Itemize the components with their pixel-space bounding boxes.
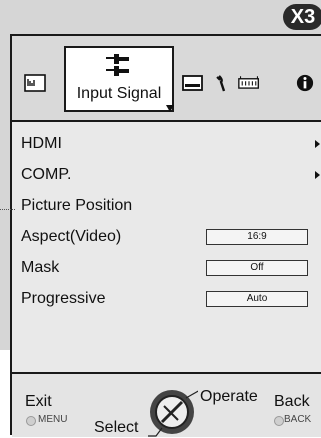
tab-input-signal[interactable]: Input Signal [64, 46, 174, 112]
menu-key-label: MENU [38, 414, 68, 425]
select-label: Select [94, 419, 139, 436]
menu-item-label: Aspect(Video) [21, 228, 122, 245]
submenu-arrow-icon [315, 171, 320, 179]
installation-icon[interactable] [182, 74, 204, 92]
menu-item-mask[interactable]: Mask Off [12, 253, 321, 284]
back-key-label: BACK [284, 414, 312, 425]
tab-pointer-icon [166, 105, 174, 112]
exit-label: Exit [25, 393, 52, 410]
menu-list: HDMI COMP. Picture Position Aspect(Video… [12, 122, 321, 315]
menu-item-label: COMP. [21, 166, 72, 183]
operate-label: Operate [200, 388, 258, 405]
menu-key-dot-icon [26, 416, 36, 426]
menu-item-label: Progressive [21, 290, 106, 307]
tab-bar: Input Signal [12, 36, 321, 122]
function-icon[interactable] [238, 74, 260, 92]
information-icon[interactable] [294, 74, 316, 92]
menu-item-aspect-video[interactable]: Aspect(Video) 16:9 [12, 222, 321, 253]
callout-guide-line [0, 209, 15, 210]
menu-item-hdmi[interactable]: HDMI [12, 129, 321, 160]
submenu-arrow-icon [315, 140, 320, 148]
picture-adjust-icon[interactable] [24, 74, 46, 92]
osd-menu-panel: Input Signal HDMI COMP. Picture Position… [10, 34, 321, 437]
back-label: Back [274, 393, 310, 410]
menu-item-progressive[interactable]: Progressive Auto [12, 284, 321, 315]
menu-item-comp[interactable]: COMP. [12, 160, 321, 191]
menu-item-label: Picture Position [21, 197, 133, 214]
input-signal-icon [106, 54, 129, 76]
aspect-value-box[interactable]: 16:9 [206, 229, 308, 245]
progressive-value-box[interactable]: Auto [206, 291, 308, 307]
mask-value-box[interactable]: Off [206, 260, 308, 276]
display-setup-icon[interactable] [212, 74, 234, 92]
navigation-dial-icon [148, 390, 198, 437]
menu-item-label: Mask [21, 259, 60, 276]
menu-item-label: HDMI [21, 135, 62, 152]
back-key-dot-icon [274, 416, 284, 426]
tab-input-signal-label: Input Signal [76, 85, 162, 102]
step-badge: X3 [283, 4, 321, 30]
operation-guide-footer: Exit MENU Select Operate Back BACK [12, 372, 321, 437]
menu-item-picture-position[interactable]: Picture Position [12, 191, 321, 222]
